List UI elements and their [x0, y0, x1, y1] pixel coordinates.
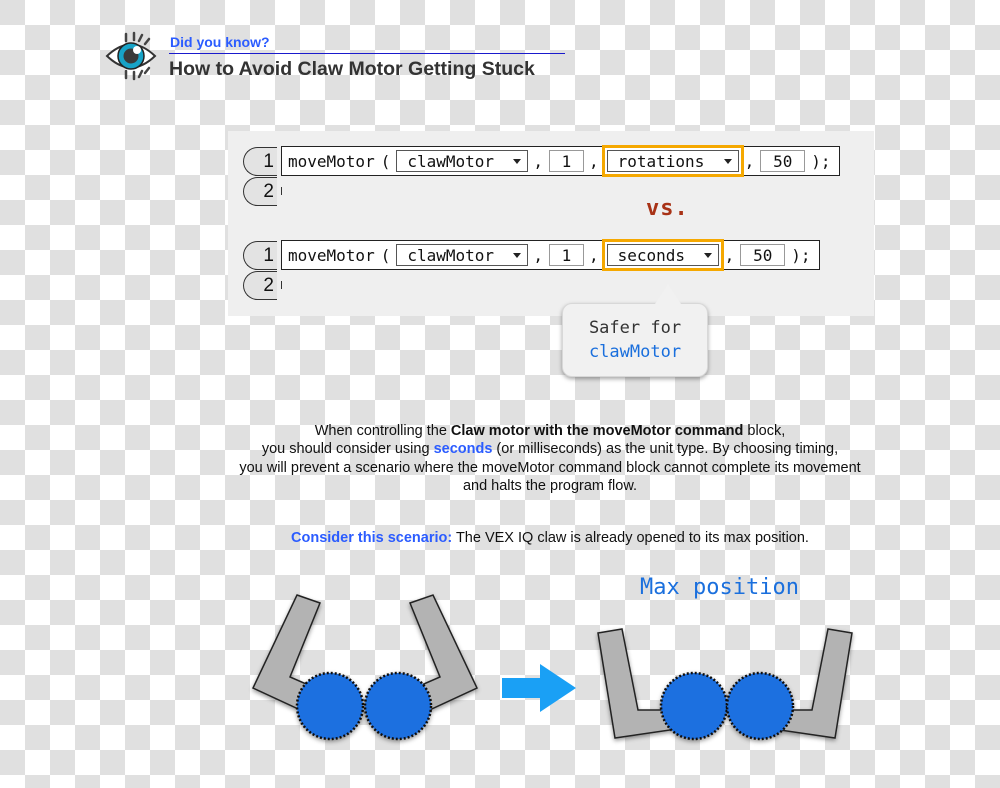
comma: , — [533, 151, 543, 171]
did-you-know-label: Did you know? — [170, 34, 270, 50]
line-number: 2 — [243, 177, 282, 206]
arrow-right-icon — [502, 664, 576, 712]
text: block, — [743, 423, 786, 439]
scenario-label: Consider this scenario: — [291, 530, 453, 546]
tooltip-safer-for-clawmotor: Safer for clawMotor — [562, 303, 708, 377]
gear-left — [659, 671, 729, 741]
open-paren: ( — [380, 245, 391, 265]
explanation-paragraph: When controlling the Claw motor with the… — [200, 422, 900, 495]
highlight-seconds: seconds — [433, 441, 493, 458]
amount-input[interactable]: 1 — [548, 244, 584, 266]
motor-value: clawMotor — [407, 151, 495, 171]
gear-left — [295, 671, 365, 741]
unit-value: seconds — [617, 245, 686, 265]
motor-dropdown[interactable]: clawMotor — [396, 150, 529, 172]
comma: , — [724, 245, 735, 265]
chevron-down-icon — [703, 252, 712, 258]
command-name: moveMotor — [288, 151, 375, 171]
chevron-down-icon — [723, 158, 732, 164]
motor-dropdown[interactable]: clawMotor — [396, 244, 529, 266]
explanation-line: and halts the program flow. — [462, 477, 638, 494]
text: (or milliseconds) as the unit type. By c… — [492, 441, 839, 458]
explanation-line: When controlling the Claw motor with the… — [200, 422, 900, 440]
speed-input[interactable]: 50 — [760, 150, 806, 172]
code-line-seconds: moveMotor ( clawMotor , 1 , seconds , 50… — [281, 239, 820, 271]
unit-dropdown-seconds[interactable]: seconds — [601, 239, 724, 271]
gear-right — [363, 671, 433, 741]
scenario-description: The VEX IQ claw is already opened to its… — [452, 530, 809, 546]
claw-open-illustration — [251, 594, 479, 741]
bold-text: Claw motor with the moveMotor command — [450, 423, 744, 439]
gear-right — [725, 671, 795, 741]
explanation-line: you should consider using seconds (or mi… — [200, 440, 900, 458]
line-number: 1 — [243, 147, 282, 176]
claw-max-position-illustration — [597, 628, 853, 741]
max-position-label: Max position — [640, 575, 799, 600]
code-comparison-panel: 1 2 moveMotor ( clawMotor , 1 , rotation… — [228, 131, 874, 316]
open-paren: ( — [380, 151, 391, 171]
tooltip-pointer — [655, 284, 681, 304]
command-name: moveMotor — [288, 245, 375, 265]
motor-value: clawMotor — [407, 245, 495, 265]
unit-value: rotations — [617, 151, 705, 171]
page-title: How to Avoid Claw Motor Getting Stuck — [169, 58, 535, 80]
vs-label: vs. — [646, 196, 689, 221]
comma: , — [588, 245, 599, 265]
line-number: 2 — [243, 271, 282, 300]
chevron-down-icon — [513, 158, 522, 164]
scenario-text: Consider this scenario: The VEX IQ claw … — [200, 530, 900, 546]
code-line-rotations: moveMotor ( clawMotor , 1 , rotations , … — [281, 145, 840, 177]
close-paren: ); — [811, 151, 831, 171]
text: When controlling the — [314, 423, 451, 439]
chevron-down-icon — [513, 252, 522, 258]
comma: , — [744, 151, 755, 171]
line-number: 1 — [243, 241, 282, 270]
tooltip-text: Safer for — [588, 318, 682, 338]
amount-input[interactable]: 1 — [548, 150, 584, 172]
text: you should consider using — [261, 441, 434, 458]
title-divider — [169, 53, 565, 54]
comma: , — [533, 245, 543, 265]
speed-input[interactable]: 50 — [740, 244, 786, 266]
unit-dropdown-rotations[interactable]: rotations — [601, 145, 744, 177]
comma: , — [588, 151, 599, 171]
claw-arm-left — [597, 628, 676, 739]
explanation-line: you will prevent a scenario where the mo… — [239, 459, 861, 476]
eye-icon — [105, 31, 157, 81]
tooltip-highlight: clawMotor — [588, 342, 682, 362]
close-paren: ); — [791, 245, 811, 265]
